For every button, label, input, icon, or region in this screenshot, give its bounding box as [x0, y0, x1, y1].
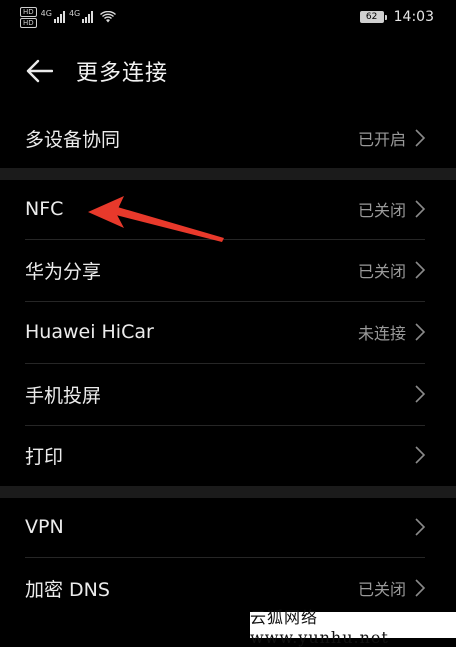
row-label: 加密 DNS — [25, 578, 110, 601]
row-label: VPN — [25, 516, 64, 538]
hd-badge: HD — [20, 17, 37, 28]
wifi-icon — [100, 11, 117, 23]
status-bar: HD HD 4G 4G 62 14:03 — [0, 0, 456, 34]
header: 更多连接 — [0, 48, 456, 94]
row-nfc[interactable]: NFC 已关闭 — [0, 180, 456, 238]
row-label: Huawei HiCar — [25, 321, 154, 343]
page-title: 更多连接 — [76, 61, 169, 86]
row-label: 手机投屏 — [25, 384, 102, 407]
hd-badge: HD — [20, 6, 37, 17]
chevron-right-icon — [415, 200, 426, 218]
screen: HD HD 4G 4G 62 14:03 更多连接 多设备协同 已开启 NFC … — [0, 0, 456, 647]
chevron-right-icon — [415, 323, 426, 341]
network-type: 4G — [40, 8, 52, 18]
row-value: 已关闭 — [357, 262, 406, 281]
row-multi-device[interactable]: 多设备协同 已开启 — [0, 110, 456, 166]
row-value: 已关闭 — [357, 580, 406, 599]
chevron-right-icon — [415, 261, 426, 279]
row-value: 已开启 — [357, 130, 406, 149]
network-type: 4G — [68, 8, 81, 18]
watermark: 云狐网络 www.yunhu.net — [250, 608, 456, 647]
chevron-right-icon — [415, 518, 426, 536]
hd-badges: HD HD — [20, 6, 37, 28]
section-gap — [0, 168, 456, 180]
row-screen-projection[interactable]: 手机投屏 — [0, 364, 456, 424]
chevron-right-icon — [415, 446, 426, 464]
battery-icon: 62 — [359, 11, 387, 23]
chevron-right-icon — [415, 579, 426, 597]
chevron-right-icon — [415, 129, 426, 147]
signal-icon — [82, 11, 94, 23]
arrow-left-icon[interactable] — [24, 56, 54, 86]
row-label: NFC — [25, 198, 64, 220]
clock: 14:03 — [393, 9, 434, 25]
status-right: 62 14:03 — [359, 9, 434, 25]
row-huawei-share[interactable]: 华为分享 已关闭 — [0, 240, 456, 300]
row-label: 多设备协同 — [25, 128, 121, 151]
status-left: HD HD 4G 4G — [20, 6, 117, 28]
row-value: 已关闭 — [357, 201, 406, 220]
row-label: 打印 — [25, 445, 64, 468]
row-vpn[interactable]: VPN — [0, 498, 456, 556]
signal-icon — [53, 11, 65, 23]
row-hicar[interactable]: Huawei HiCar 未连接 — [0, 302, 456, 362]
row-print[interactable]: 打印 — [0, 426, 456, 484]
section-gap — [0, 486, 456, 498]
row-label: 华为分享 — [25, 260, 102, 283]
row-value: 未连接 — [357, 324, 406, 343]
chevron-right-icon — [415, 385, 426, 403]
